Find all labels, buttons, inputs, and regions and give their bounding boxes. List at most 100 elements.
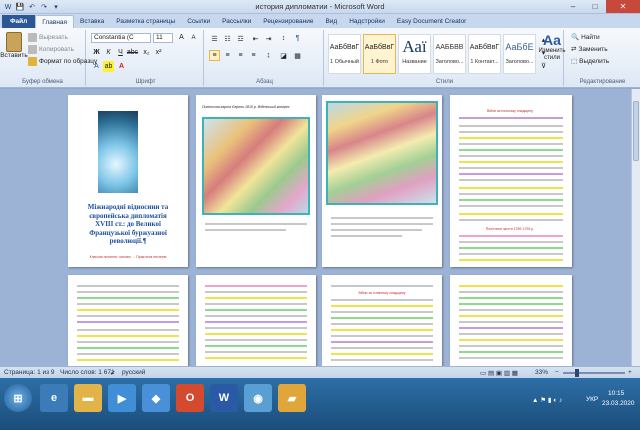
zoom-slider[interactable] <box>563 369 625 377</box>
bullets-icon[interactable]: ☰ <box>209 33 220 44</box>
highlighted-line <box>459 339 563 341</box>
find-button[interactable]: 🔍 Найти <box>571 33 600 42</box>
page-thumbnail[interactable]: Війни за Іспанську спадщину <box>322 275 442 366</box>
folder-icon[interactable]: ▰ <box>278 384 306 412</box>
subscript-button[interactable]: x₂ <box>141 47 152 58</box>
paste-button[interactable]: Вставить <box>0 32 28 59</box>
style-item-heading[interactable]: ААББВВ Заголово... <box>433 34 466 74</box>
app-icon[interactable]: ◆ <box>142 384 170 412</box>
bold-button[interactable]: Ж <box>91 47 102 58</box>
maximize-button[interactable]: □ <box>584 0 606 13</box>
grow-font-icon[interactable]: A <box>176 32 187 43</box>
italic-button[interactable]: К <box>103 47 114 58</box>
language-indicator[interactable]: русский <box>122 369 145 376</box>
tab-insert[interactable]: Вставка <box>74 15 110 28</box>
section-heading: Війни за польську спадщину <box>486 109 534 113</box>
underline-button[interactable]: Ч <box>115 47 126 58</box>
page-count[interactable]: Страница: 1 из 9 <box>4 369 55 376</box>
highlighted-line <box>205 297 307 299</box>
style-item-photo[interactable]: АаБбВвГ 1 Фото <box>363 34 396 74</box>
opera-icon[interactable]: O <box>176 384 204 412</box>
format-painter-button[interactable]: Формат по образцу <box>28 57 97 66</box>
sort-icon[interactable]: ↕ <box>278 33 289 44</box>
tab-references[interactable]: Ссылки <box>181 15 216 28</box>
tab-review[interactable]: Рецензирование <box>257 15 319 28</box>
tab-page-layout[interactable]: Разметка страницы <box>110 15 181 28</box>
text-line <box>77 285 179 287</box>
align-right-icon[interactable]: ≡ <box>235 50 246 61</box>
explorer-icon[interactable]: ▬ <box>74 384 102 412</box>
line-spacing-icon[interactable]: ↨ <box>263 50 274 61</box>
align-left-icon[interactable]: ≡ <box>209 50 220 61</box>
zoom-out-icon[interactable]: − <box>555 369 559 376</box>
media-player-icon[interactable]: ▶ <box>108 384 136 412</box>
style-name: 1 Фото <box>370 59 389 65</box>
page-thumbnail[interactable]: Міжнародні відносини та європейська дипл… <box>68 95 188 267</box>
tab-home[interactable]: Главная <box>35 15 75 28</box>
zoom-in-icon[interactable]: + <box>628 369 632 376</box>
minimize-button[interactable]: – <box>562 0 584 13</box>
clock-time[interactable]: 10:15 <box>608 390 624 397</box>
text-line <box>331 311 433 313</box>
page-thumbnail[interactable] <box>196 275 316 366</box>
decrease-indent-icon[interactable]: ⇤ <box>250 33 261 44</box>
tab-easy-document-creator[interactable]: Easy Document Creator <box>391 15 472 28</box>
select-button[interactable]: ⬚ Выделить <box>571 57 609 66</box>
proofing-icon[interactable]: ✔ <box>110 369 115 377</box>
highlighted-line <box>205 345 307 347</box>
font-color-icon[interactable]: A <box>116 61 127 72</box>
font-size-field[interactable]: 11 <box>153 33 173 43</box>
style-item-contact[interactable]: АаБбВвГ 1 Контакт... <box>468 34 501 74</box>
page-thumbnail[interactable]: Політична карта Європи 1815 р. Віденськи… <box>196 95 316 267</box>
scrollbar-thumb[interactable] <box>633 101 639 161</box>
page-thumbnail[interactable] <box>450 275 572 366</box>
increase-indent-icon[interactable]: ⇥ <box>263 33 274 44</box>
zoom-slider-thumb[interactable] <box>575 369 579 377</box>
tab-file[interactable]: Файл <box>2 15 36 28</box>
align-center-icon[interactable]: ≡ <box>222 50 233 61</box>
copy-button[interactable]: Копировать <box>28 45 74 54</box>
tab-addins[interactable]: Надстройки <box>343 15 391 28</box>
borders-icon[interactable]: ▦ <box>292 50 303 61</box>
shrink-font-icon[interactable]: A <box>188 32 199 43</box>
multilevel-list-icon[interactable]: ☲ <box>235 33 246 44</box>
text-line <box>459 219 563 221</box>
page-thumbnail[interactable] <box>322 95 442 267</box>
view-buttons[interactable]: ▭ ▤ ▣ ▥ ▦ <box>480 369 518 377</box>
replace-button[interactable]: ⇄ Заменить <box>571 45 608 54</box>
page-thumbnail[interactable] <box>68 275 188 366</box>
superscript-button[interactable]: x² <box>153 47 164 58</box>
text-effects-icon[interactable]: A <box>91 61 102 72</box>
text-line <box>459 143 563 145</box>
strikethrough-button[interactable]: abc <box>127 47 138 58</box>
cut-button[interactable]: Вырезать <box>28 33 68 42</box>
justify-icon[interactable]: ≡ <box>248 50 259 61</box>
ie-icon[interactable]: e <box>40 384 68 412</box>
chrome-icon[interactable]: ◉ <box>244 384 272 412</box>
style-item-title[interactable]: Ааї Название <box>398 34 431 74</box>
font-name-field[interactable]: Constantia (С <box>91 33 151 43</box>
shading-icon[interactable]: ◪ <box>278 50 289 61</box>
numbering-icon[interactable]: ☷ <box>222 33 233 44</box>
keyboard-language[interactable]: УКР <box>586 396 598 403</box>
zoom-level[interactable]: 33% <box>535 369 548 376</box>
document-area[interactable]: Міжнародні відносини та європейська дипл… <box>0 89 640 366</box>
show-marks-icon[interactable]: ¶ <box>292 33 303 44</box>
highlighted-line <box>331 329 433 331</box>
tab-view[interactable]: Вид <box>319 15 343 28</box>
change-styles-button[interactable]: Aa Изменить стили <box>537 32 567 62</box>
clock-date[interactable]: 23.03.2020 <box>602 400 635 407</box>
style-item-normal[interactable]: АаБбВвГ 1 Обычный <box>328 34 361 74</box>
highlight-color-icon[interactable]: ab <box>103 61 114 72</box>
start-button[interactable]: ⊞ <box>4 384 32 412</box>
text-line <box>331 217 433 219</box>
style-item-heading-2[interactable]: АаБбЕ Заголово... <box>503 34 536 74</box>
page-thumbnail[interactable]: Війни за польську спадщину Політичне жит… <box>450 95 572 267</box>
tray-icons[interactable]: ▲ ⚑ ▮ ◐ ♪ <box>532 396 562 404</box>
word-taskbar-icon[interactable]: W <box>210 384 238 412</box>
tab-mailings[interactable]: Рассылки <box>216 15 257 28</box>
word-count[interactable]: Число слов: 1 671 <box>60 369 115 376</box>
europe-map-image-2 <box>326 101 438 205</box>
close-button[interactable]: ✕ <box>606 0 640 13</box>
vertical-scrollbar[interactable] <box>631 89 640 366</box>
